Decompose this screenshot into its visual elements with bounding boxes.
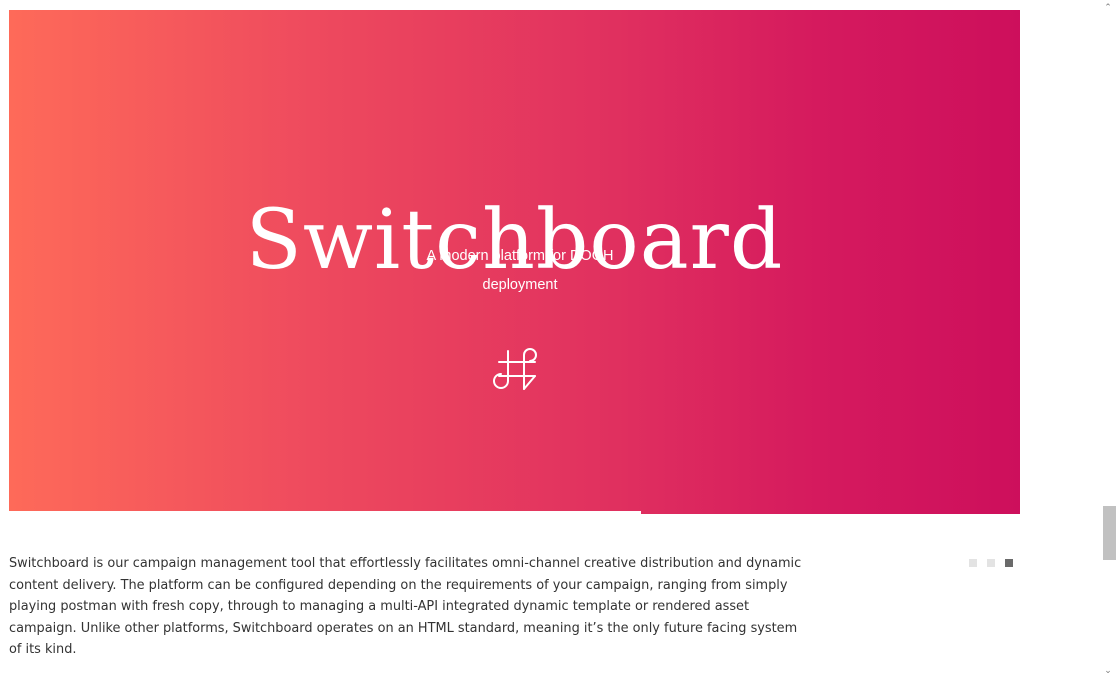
pager-dot-1[interactable] [969, 559, 977, 567]
intro-paragraph: Switchboard is our campaign management t… [9, 556, 802, 657]
scrollbar-thumb[interactable] [1103, 506, 1116, 560]
hero-subtitle: A modern platform for DOOH deployment [426, 248, 614, 293]
pager-dot-3[interactable] [1005, 559, 1013, 567]
hero-progress-line [9, 511, 641, 514]
page-scrollbar[interactable]: ⌃ ⌄ [1100, 0, 1116, 677]
hero-banner: Switchboard A modern platform for DOOH d… [9, 10, 1020, 514]
command-key-icon [493, 348, 537, 390]
chevron-down-icon[interactable]: ⌄ [1100, 664, 1116, 677]
chevron-up-icon[interactable]: ⌃ [1100, 1, 1116, 15]
slide-pager [969, 559, 1013, 567]
pager-dot-2[interactable] [987, 559, 995, 567]
page: Switchboard A modern platform for DOOH d… [0, 0, 1116, 677]
